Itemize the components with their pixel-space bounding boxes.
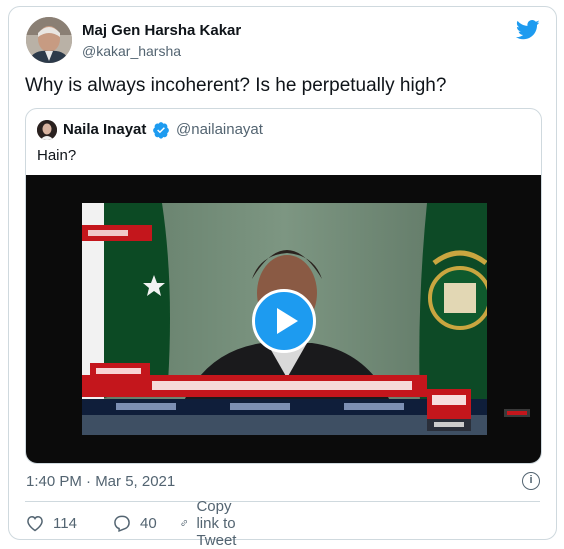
tweet-timestamp[interactable]: 1:40 PM · Mar 5, 2021 xyxy=(26,473,175,491)
verified-badge-icon xyxy=(152,121,170,139)
reply-count: 40 xyxy=(140,514,157,532)
twitter-bird-icon[interactable] xyxy=(515,20,540,40)
author-handle[interactable]: @kakar_harsha xyxy=(82,42,241,60)
author-name[interactable]: Maj Gen Harsha Kakar xyxy=(82,22,241,40)
quote-author-avatar[interactable] xyxy=(37,120,57,140)
play-icon xyxy=(277,308,298,334)
tweet-text: Why is always incoherent? Is he perpetua… xyxy=(25,75,447,96)
quoted-tweet[interactable]: Naila Inayat @nailainayat Hain? xyxy=(25,108,542,464)
like-button[interactable]: 114 xyxy=(25,513,77,533)
quote-author-handle[interactable]: @nailainayat xyxy=(176,121,263,139)
quote-author-name[interactable]: Naila Inayat xyxy=(63,121,146,139)
tweet-card: Maj Gen Harsha Kakar @kakar_harsha Why i… xyxy=(8,6,557,549)
video-player[interactable] xyxy=(26,175,541,463)
watermark-icon xyxy=(504,409,530,417)
quote-text: Hain? xyxy=(37,147,77,164)
copy-link-button[interactable]: Copy link to Tweet xyxy=(180,498,248,549)
author-avatar[interactable] xyxy=(26,17,72,63)
reply-icon xyxy=(114,515,130,533)
divider xyxy=(25,501,540,502)
play-button[interactable] xyxy=(252,289,316,353)
link-icon xyxy=(181,520,187,526)
like-count: 114 xyxy=(53,514,77,532)
info-icon[interactable]: i xyxy=(522,472,540,490)
reply-button[interactable]: 40 xyxy=(112,513,157,533)
copy-link-label: Copy link to Tweet xyxy=(196,497,237,549)
author-info: Maj Gen Harsha Kakar @kakar_harsha xyxy=(82,22,241,60)
heart-icon xyxy=(27,515,43,532)
